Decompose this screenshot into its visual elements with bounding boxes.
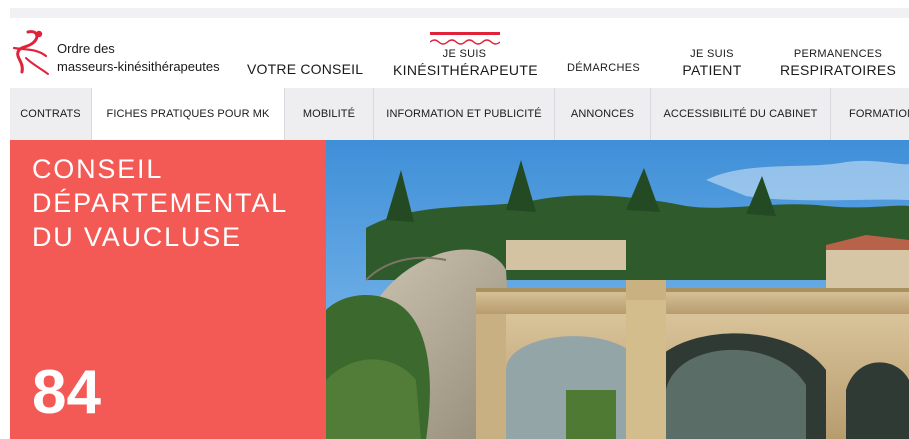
- nav-patient-small: JE SUIS: [690, 48, 734, 60]
- nav-je-suis-patient[interactable]: JE SUIS PATIENT: [676, 48, 748, 79]
- subnav-mobilite[interactable]: MOBILITÉ: [285, 88, 374, 140]
- nav-je-suis-kinesitherapeute[interactable]: JE SUIS KINÉSITHÉRAPEUTE: [393, 48, 538, 79]
- ordre-logo-icon[interactable]: [10, 28, 50, 78]
- council-panel: CONSEIL DÉPARTEMENTAL DU VAUCLUSE 84: [10, 140, 326, 439]
- nav-patient-big: PATIENT: [682, 62, 742, 78]
- nav-votre-conseil[interactable]: VOTRE CONSEIL: [247, 61, 363, 77]
- bridge-landscape-image: [326, 140, 909, 439]
- subnav-fiches-pratiques[interactable]: FICHES PRATIQUES POUR MK: [92, 88, 285, 140]
- subnav-information-publicite[interactable]: INFORMATION ET PUBLICITÉ: [374, 88, 555, 140]
- sub-navigation: CONTRATS FICHES PRATIQUES POUR MK MOBILI…: [10, 88, 909, 140]
- brand-line-1: Ordre des: [57, 41, 115, 56]
- subnav-formation[interactable]: FORMATION: [831, 88, 909, 140]
- department-number: 84: [32, 358, 101, 427]
- council-title-line-1: CONSEIL: [32, 154, 164, 184]
- nav-perm-small: PERMANENCES: [793, 48, 883, 60]
- council-title: CONSEIL DÉPARTEMENTAL DU VAUCLUSE: [32, 152, 322, 254]
- council-title-line-3: DU VAUCLUSE: [32, 222, 242, 252]
- nav-kine-big: KINÉSITHÉRAPEUTE: [393, 62, 538, 78]
- nav-demarches[interactable]: DÉMARCHES: [567, 62, 640, 74]
- hero-banner: CONSEIL DÉPARTEMENTAL DU VAUCLUSE 84: [10, 140, 909, 439]
- subnav-accessibilite-cabinet[interactable]: ACCESSIBILITÉ DU CABINET: [651, 88, 831, 140]
- subnav-annonces[interactable]: ANNONCES: [555, 88, 651, 140]
- subnav-contrats[interactable]: CONTRATS: [10, 88, 92, 140]
- council-title-line-2: DÉPARTEMENTAL: [32, 188, 288, 218]
- pont-avignon-photo: [326, 140, 909, 439]
- top-strip: [10, 8, 909, 18]
- nav-permanences-respiratoires[interactable]: PERMANENCES RESPIRATOIRES: [780, 48, 896, 79]
- site-header: Ordre des masseurs-kinésithérapeutes VOT…: [0, 18, 909, 88]
- brand-line-2: masseurs-kinésithérapeutes: [57, 59, 220, 74]
- brand-name[interactable]: Ordre des masseurs-kinésithérapeutes: [57, 40, 220, 76]
- nav-perm-big: RESPIRATOIRES: [780, 62, 897, 78]
- nav-kine-small: JE SUIS: [442, 48, 487, 60]
